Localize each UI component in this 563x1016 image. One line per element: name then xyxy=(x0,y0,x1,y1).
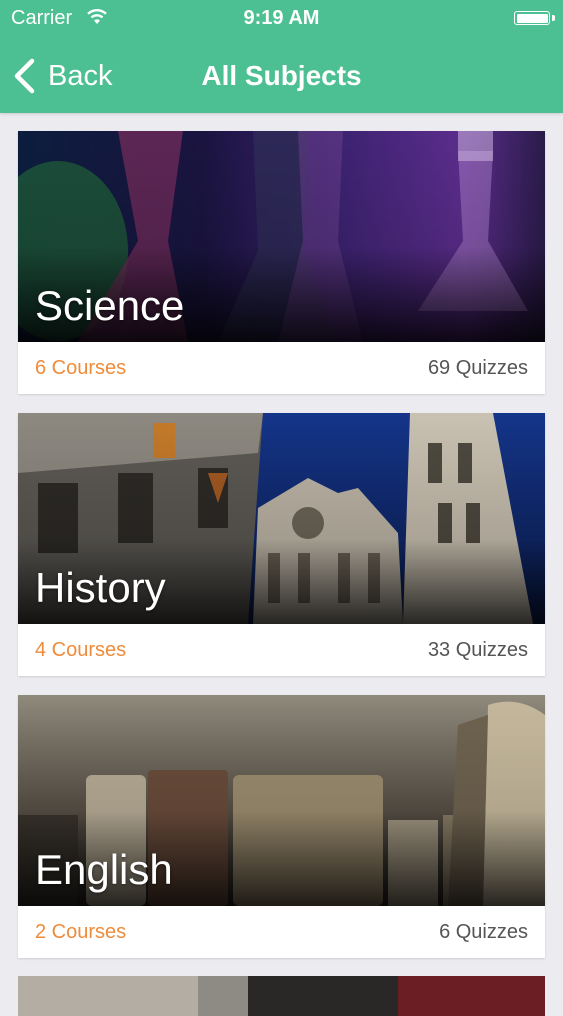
quizzes-count: 33 Quizzes xyxy=(427,638,528,661)
navigation-header: Carrier 9:19 AM Back All Subjects xyxy=(0,0,563,113)
subject-card-history[interactable]: History 4 Courses 33 Quizzes xyxy=(18,413,545,676)
subject-title: Science xyxy=(35,282,185,329)
history-image: History xyxy=(18,413,545,624)
battery-icon xyxy=(514,11,550,25)
quizzes-count: 69 Quizzes xyxy=(427,356,528,379)
science-image: Science xyxy=(18,131,545,342)
courses-count: 2 Courses xyxy=(35,920,127,943)
subject-title: History xyxy=(35,564,166,611)
status-bar: Carrier 9:19 AM xyxy=(0,0,563,38)
english-image: English xyxy=(18,695,545,906)
subject-card-english[interactable]: English 2 Courses 6 Quizzes xyxy=(18,695,545,958)
courses-count: 6 Courses xyxy=(35,356,127,379)
battery-tip xyxy=(552,15,555,21)
subject-card-science[interactable]: Science 6 Courses 69 Quizzes xyxy=(18,131,545,394)
clock: 9:19 AM xyxy=(243,7,320,29)
courses-count: 4 Courses xyxy=(35,638,127,661)
quizzes-count: 6 Quizzes xyxy=(439,920,528,943)
card-footer: 6 Courses 69 Quizzes xyxy=(18,342,545,394)
card-footer: 2 Courses 6 Quizzes xyxy=(18,906,545,958)
partial-card-image xyxy=(18,976,545,1016)
subject-title: English xyxy=(35,846,173,893)
subject-card-partial[interactable] xyxy=(18,976,545,1016)
page-title: All Subjects xyxy=(201,60,362,91)
card-footer: 4 Courses 33 Quizzes xyxy=(18,624,545,676)
subject-list: Science 6 Courses 69 Quizzes History 4 C… xyxy=(18,131,545,977)
nav-bar: Back All Subjects xyxy=(0,38,563,113)
